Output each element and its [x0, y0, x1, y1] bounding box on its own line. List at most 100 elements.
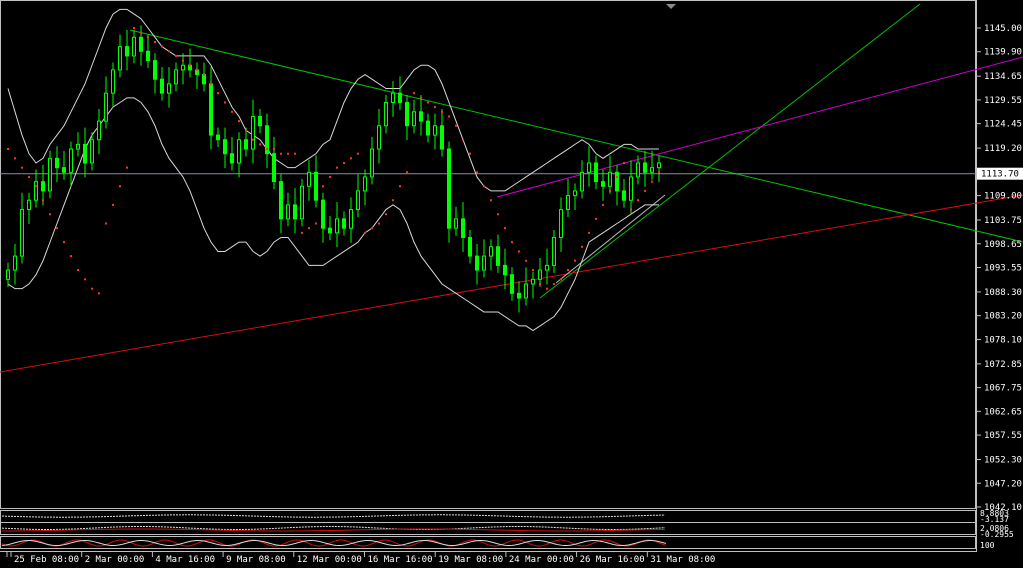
sar-dot [595, 217, 597, 220]
price-axis-label: 1062.65 [984, 407, 1022, 417]
candle-body [580, 171, 584, 192]
sar-dot [238, 120, 240, 123]
chart-window[interactable]: 1145.00 1139.90 1134.65 1129.55 1124.45 1119.… [0, 0, 1023, 568]
sar-dot [546, 287, 548, 290]
sar-dot [301, 231, 303, 234]
sar-dot [56, 227, 58, 230]
candle-body [559, 209, 563, 238]
indicator-subwindow[interactable] [0, 536, 976, 549]
candle-body [27, 199, 31, 211]
candle-body [13, 255, 17, 271]
sar-dot [266, 148, 268, 151]
sar-dot [602, 203, 604, 206]
trendline-green-up[interactable] [539, 3, 921, 299]
sar-dot [168, 50, 170, 53]
price-axis-label: 1129.55 [984, 96, 1022, 106]
chart-canvas[interactable]: 1145.00 1139.90 1134.65 1129.55 1124.45 1119.… [0, 0, 1023, 568]
candle-body [293, 204, 297, 220]
sar-dot [112, 203, 114, 206]
sar-dot [315, 222, 317, 225]
candle-body [76, 143, 80, 150]
sar-dot [49, 213, 51, 216]
sar-dot [217, 92, 219, 95]
sar-dot [154, 40, 156, 43]
sar-dot [637, 199, 639, 202]
time-axis-label: 31 Mar 08:00 [650, 555, 715, 565]
candle-body [216, 134, 220, 141]
price-axis-label: 1078.10 [984, 335, 1022, 345]
candle-body [454, 218, 458, 229]
candle-body [111, 69, 115, 94]
trendline-magenta[interactable] [496, 56, 1023, 198]
candle-body [41, 181, 45, 192]
sar-dot [427, 101, 429, 104]
candle-body [601, 181, 605, 187]
price-axis-label: 1093.55 [984, 264, 1022, 274]
sar-dot [273, 148, 275, 151]
sar-dot [497, 213, 499, 216]
candle-body [524, 283, 528, 299]
candle-body [461, 218, 465, 238]
candle-body [279, 181, 283, 220]
chart-shift-marker-icon[interactable] [666, 4, 676, 9]
channel-line-short[interactable] [555, 194, 666, 284]
candle-body [69, 148, 73, 173]
candle-body [370, 148, 374, 178]
sar-dot [294, 152, 296, 155]
sar-dot [140, 31, 142, 34]
sar-dot [651, 180, 653, 183]
trendline-green-down[interactable] [129, 29, 1023, 243]
price-axis-label: 1119.20 [984, 144, 1022, 154]
sar-dot [287, 152, 289, 155]
sar-dot [210, 82, 212, 85]
candle-body [230, 153, 234, 164]
candle-body [286, 204, 290, 220]
sar-dot [196, 68, 198, 71]
sar-dot [161, 45, 163, 48]
candle-body [34, 181, 38, 201]
sar-dot [322, 185, 324, 188]
candle-body [636, 162, 640, 178]
time-axis-label: 24 Mar 00:00 [509, 555, 574, 565]
candle-body [244, 139, 248, 150]
candle-body [608, 171, 612, 187]
sar-dot [7, 148, 9, 151]
sar-dot [455, 124, 457, 127]
price-axis-label: 1088.30 [984, 288, 1022, 298]
sar-dot [182, 59, 184, 62]
time-axis-label: 12 Mar 00:00 [297, 555, 362, 565]
candle-body [6, 269, 10, 280]
candle-body [363, 176, 367, 192]
price-axis-label: 1098.65 [984, 240, 1022, 250]
candle-body [48, 157, 52, 192]
price-axis-label: 1067.75 [984, 384, 1022, 394]
sar-dot [28, 175, 30, 178]
indicator-subwindow[interactable] [0, 510, 976, 523]
sar-dot [658, 171, 660, 174]
sar-dot [84, 278, 86, 281]
candle-body [321, 199, 325, 229]
indicator-subwindow[interactable] [0, 522, 976, 535]
sar-dot [518, 250, 520, 253]
sar-dot [133, 27, 135, 29]
candle-body [209, 83, 213, 136]
candle-body [433, 125, 437, 136]
candle-body [440, 125, 444, 150]
candle-body [405, 101, 409, 127]
sar-dot [105, 222, 107, 225]
sar-dot [42, 199, 44, 202]
sar-dot [70, 255, 72, 258]
sar-dot [434, 106, 436, 109]
sar-dot [91, 287, 93, 290]
price-axis-label: 1145.00 [984, 24, 1022, 34]
sar-dot [147, 36, 149, 39]
candle-body [20, 209, 24, 257]
candle-body [377, 125, 381, 150]
candle-body [307, 171, 311, 187]
time-axis-label: 2 Mar 00:00 [85, 555, 145, 565]
candle-body [657, 162, 661, 169]
sar-dot [623, 161, 625, 164]
price-axis-label: 1124.45 [984, 120, 1022, 130]
candle-body [132, 36, 136, 57]
sar-dot [14, 157, 16, 160]
